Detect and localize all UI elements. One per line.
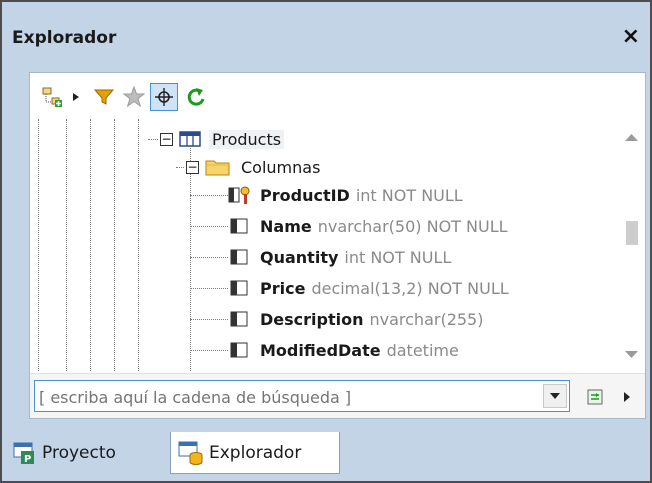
column-type: int NOT NULL [344,247,452,267]
search-input[interactable] [39,385,539,409]
toolbar [30,73,645,119]
svg-text:P: P [24,454,31,465]
table-label: Products [209,129,285,149]
tree-guide-line [38,119,39,371]
column-icon [230,280,248,296]
tree-guide-line [138,119,139,371]
collapse-toggle[interactable]: − [186,160,199,174]
primary-key-column-icon [228,186,250,204]
tree-guide-line [90,119,91,371]
column-name: ModifiedDate [260,340,381,360]
tree-column-row[interactable]: ModifiedDate datetime [190,336,459,364]
folder-label: Columnas [241,157,321,177]
column-name: Quantity [260,247,339,267]
tree-node-columns-folder[interactable]: − Columnas [176,153,320,181]
tree-guide-line [66,119,67,371]
tree-column-row[interactable]: Price decimal(13,2) NOT NULL [190,274,509,302]
tree-guide-line [114,119,115,371]
search-options-icon [587,389,603,405]
panel-tabs: P Proyecto Explorador [2,424,650,481]
chevron-right-icon [624,392,630,402]
explorer-tree: − Products − Columnas ProductID int NOT … [30,119,618,371]
refresh-icon [187,88,205,106]
column-name: Description [260,309,364,329]
column-type: nvarchar(50) NOT NULL [317,216,508,236]
filter-icon [94,89,114,105]
add-object-button[interactable] [38,83,66,111]
explorer-panel: Explorador × − Products − Columnas Produ… [0,0,652,483]
explorer-content: − Products − Columnas ProductID int NOT … [29,72,646,419]
tab-proyecto[interactable]: P Proyecto [12,432,162,474]
column-type: decimal(13,2) NOT NULL [311,278,509,298]
table-icon [179,131,201,147]
scrollbar-graphics [625,134,638,358]
column-type: datetime [386,340,459,360]
collapse-toggle[interactable]: − [160,132,173,146]
tab-explorador[interactable]: Explorador [170,432,340,474]
close-button[interactable]: × [622,24,640,49]
column-type: nvarchar(255) [369,309,484,329]
explorer-icon [178,441,203,465]
search-field[interactable] [34,380,570,412]
dropdown-arrow-icon [73,93,79,101]
filter-button[interactable] [90,83,118,111]
search-dropdown-button[interactable] [543,384,567,408]
folder-icon [205,160,230,176]
scroll-down-arrow-icon [625,351,638,358]
column-name: Price [260,278,306,298]
search-options-button[interactable] [586,388,604,406]
add-object-dropdown[interactable] [68,83,84,111]
tree-node-products[interactable]: − Products [148,125,285,153]
vertical-scrollbar[interactable] [618,119,645,371]
favorites-button[interactable] [120,83,148,111]
scroll-thumb [626,221,638,245]
locate-crosshair-icon [155,88,173,106]
tree-column-row[interactable]: ProductID int NOT NULL [190,181,463,209]
project-icon: P [13,442,34,465]
column-icon [230,249,248,265]
tree-column-row[interactable]: Quantity int NOT NULL [190,243,451,271]
search-more-button[interactable] [620,390,634,404]
search-bar [30,373,645,418]
add-object-icon [42,87,62,107]
refresh-button[interactable] [182,83,210,111]
column-icon [230,218,248,234]
column-type: int NOT NULL [355,185,463,205]
tree-column-row[interactable]: Name nvarchar(50) NOT NULL [190,212,508,240]
column-icon [230,342,248,358]
scroll-up-arrow-icon [625,134,638,141]
locate-button[interactable] [150,83,178,111]
title-bar: Explorador × [2,2,650,58]
favorites-star-icon [123,86,145,108]
tree-column-row[interactable]: Description nvarchar(255) [190,305,483,333]
column-name: Name [260,216,312,236]
tab-label: Explorador [209,442,302,463]
chevron-down-icon [550,393,560,399]
column-icon [230,311,248,327]
panel-title: Explorador [12,28,117,48]
tab-label: Proyecto [42,443,116,463]
column-name: ProductID [260,185,350,205]
